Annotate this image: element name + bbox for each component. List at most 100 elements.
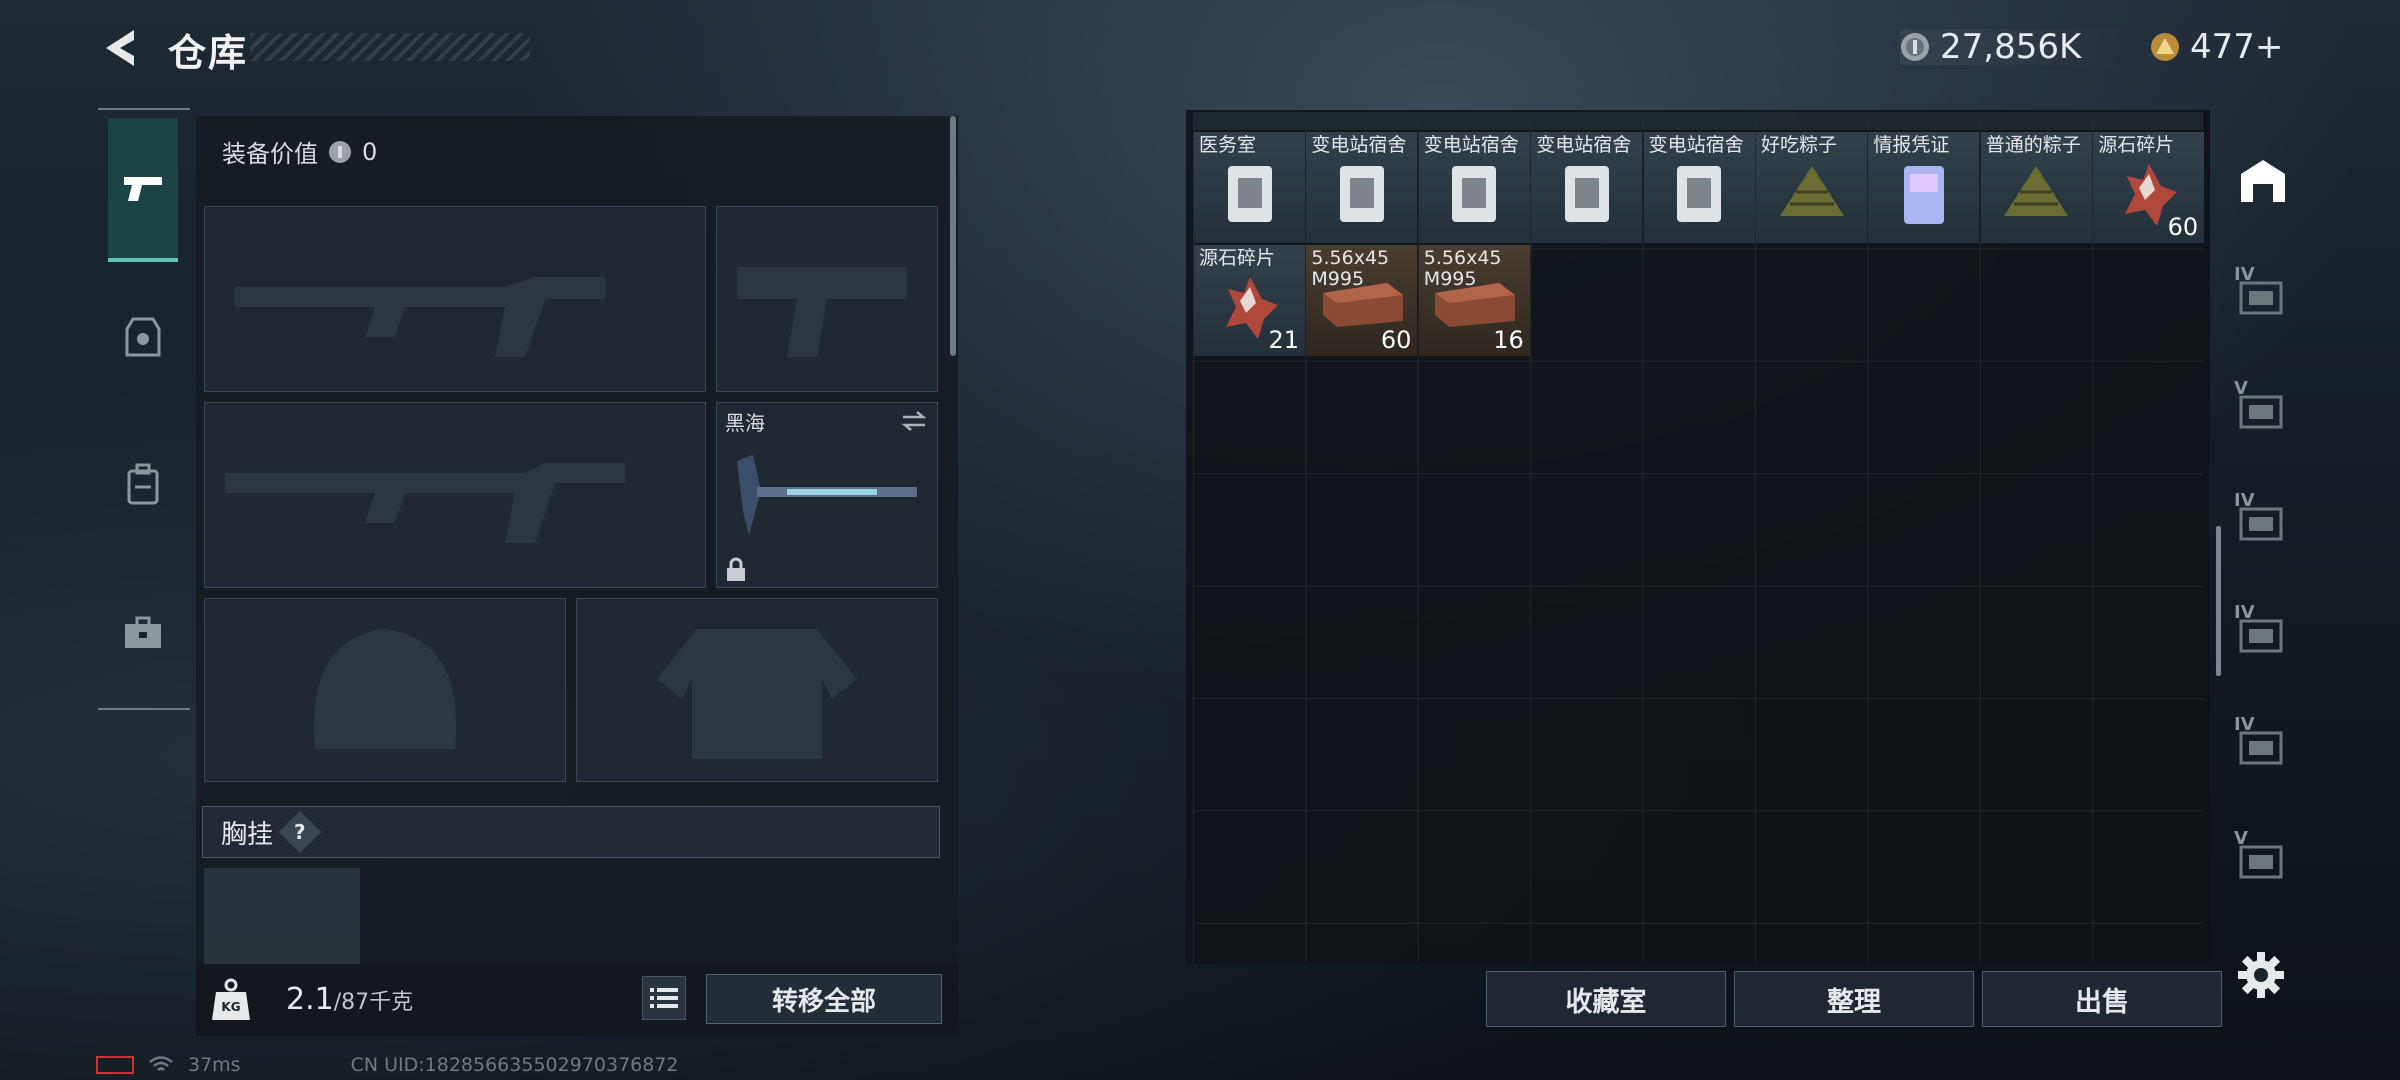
back-button[interactable] [100, 26, 140, 70]
stash-item[interactable]: 源石碎片 21 [1194, 245, 1305, 356]
body-armor-silhouette-icon [657, 629, 857, 759]
stash-item[interactable]: 变电站宿舍 [1418, 132, 1530, 243]
tab-level-label: IV [2234, 490, 2255, 511]
gear-icon [2238, 952, 2284, 998]
keycard-icon [1339, 166, 1384, 222]
tab-stash-sub[interactable]: IV [2232, 262, 2294, 324]
silver-coin-icon [329, 140, 351, 163]
weight-icon: KG [210, 978, 252, 1022]
coin-amount: 27,856K [1940, 27, 2082, 67]
rifle-silhouette-icon [235, 277, 605, 357]
stash-scrollbar[interactable] [2216, 526, 2221, 676]
intel-card-icon [1903, 166, 1944, 224]
vest-icon [125, 317, 161, 357]
tab-level-label: IV [2234, 714, 2255, 735]
chest-label: 胸挂 [221, 819, 274, 850]
status-bar: 37ms CN UID:1828566355029703768​72 [96, 1054, 679, 1076]
item-name: 普通的粽子 [1985, 134, 2081, 156]
loadout-scrollbar[interactable] [950, 116, 956, 356]
tab-level-label: IV [2234, 264, 2255, 285]
tab-level-label: V [2234, 378, 2248, 399]
pistol-icon [124, 177, 162, 201]
item-quantity: 16 [1493, 326, 1524, 354]
item-name: 变电站宿舍 [1423, 134, 1519, 156]
stash-item[interactable]: 情报凭证 [1868, 132, 1980, 243]
sort-button[interactable]: 整理 [1734, 971, 1974, 1027]
chest-rig-slot[interactable] [204, 868, 360, 968]
uid: CN UID:1828566355029703768​72 [350, 1054, 679, 1076]
gold-triangle-icon [2151, 33, 2179, 61]
tab-armor[interactable] [108, 302, 178, 372]
rice-dumpling-icon [2004, 166, 2069, 216]
gem-amount: 477+ [2190, 27, 2284, 67]
item-name: 变电站宿舍 [1648, 134, 1744, 156]
sidearm-slot[interactable] [716, 206, 938, 392]
item-name: 变电站宿舍 [1536, 134, 1632, 156]
weight-current: 2.1 [286, 982, 334, 1017]
tab-level-label: IV [2234, 602, 2255, 623]
stash-item[interactable]: 变电站宿舍 [1643, 132, 1755, 243]
settings-button[interactable] [2236, 950, 2286, 1000]
equipment-value: 装备价值 0 [222, 134, 377, 169]
stash-item[interactable]: 变电站宿舍 [1306, 132, 1418, 243]
tab-stash-sub[interactable]: IV [2232, 712, 2294, 774]
tab-stash-main[interactable] [2232, 150, 2294, 212]
chest-rig-header: 胸挂 ? [202, 806, 940, 858]
gem-balance[interactable]: 477+ [2150, 27, 2320, 67]
item-name: 源石碎片 [1199, 247, 1276, 269]
item-quantity: 21 [1268, 326, 1299, 354]
list-icon [650, 988, 678, 1008]
item-quantity: 60 [1380, 326, 1412, 354]
tab-case[interactable] [108, 598, 178, 668]
collection-room-button[interactable]: 收藏室 [1486, 971, 1726, 1027]
secondary-weapon-slot[interactable] [204, 402, 706, 588]
tab-stash-sub[interactable]: IV [2232, 488, 2294, 550]
stash-item[interactable]: 好吃粽子 [1756, 132, 1867, 243]
kg-badge: KG [221, 1000, 241, 1014]
stash-top-row-partial [1193, 112, 2203, 130]
item-name: 5.56x45 M995 [1311, 247, 1390, 290]
rice-dumpling-icon [1779, 166, 1844, 216]
stash-item[interactable]: 5.56x45 M995 16 [1418, 245, 1530, 356]
back-arrow-icon [106, 30, 134, 66]
item-name: 5.56x45 M995 [1423, 247, 1502, 290]
item-name: 源石碎片 [2098, 134, 2175, 156]
melee-name: 黑海 [725, 411, 765, 435]
help-icon[interactable]: ? [278, 810, 322, 854]
melee-slot[interactable]: 黑海 [716, 402, 938, 588]
loadout-tabs [98, 108, 190, 712]
item-name: 好吃粽子 [1761, 134, 1838, 156]
transfer-all-button[interactable]: 转移全部 [706, 974, 942, 1024]
briefcase-icon [125, 616, 161, 648]
equip-value-label: 装备价值 [222, 140, 318, 168]
stash-item[interactable]: 源石碎片 60 [2093, 132, 2205, 243]
ping: 37ms [188, 1054, 241, 1076]
item-name: 情报凭证 [1873, 134, 1950, 156]
primary-weapon-slot[interactable] [204, 206, 706, 392]
backpack-icon [127, 463, 159, 505]
item-name: 医务室 [1199, 134, 1257, 156]
battery-icon [96, 1056, 134, 1074]
tab-level-label: V [2234, 828, 2248, 849]
tab-weapons[interactable] [108, 118, 178, 262]
armor-slot[interactable] [576, 598, 938, 782]
coin-balance: 27,856K [1900, 27, 2130, 67]
tab-stash-sub[interactable]: IV [2232, 600, 2294, 662]
keycard-icon [1677, 166, 1722, 222]
list-view-button[interactable] [642, 976, 686, 1020]
keycard-icon [1564, 166, 1609, 222]
helmet-silhouette-icon [313, 629, 457, 749]
tomahawk-icon [737, 455, 917, 535]
helmet-slot[interactable] [204, 598, 566, 782]
weight-readout: 2.1/87千克 [286, 982, 413, 1017]
stash-item[interactable]: 普通的粽子 [1980, 132, 2092, 243]
tab-backpack[interactable] [108, 450, 178, 520]
stash-item[interactable]: 5.56x45 M995 60 [1306, 245, 1418, 356]
tab-stash-sub[interactable]: V [2232, 376, 2294, 438]
stash-item[interactable]: 变电站宿舍 [1531, 132, 1643, 243]
tab-stash-sub[interactable]: V [2232, 826, 2294, 888]
stash-item[interactable]: 医务室 [1194, 132, 1305, 243]
sell-button[interactable]: 出售 [1982, 971, 2222, 1027]
item-quantity: 60 [2167, 213, 2199, 241]
swap-icon[interactable] [899, 409, 929, 433]
